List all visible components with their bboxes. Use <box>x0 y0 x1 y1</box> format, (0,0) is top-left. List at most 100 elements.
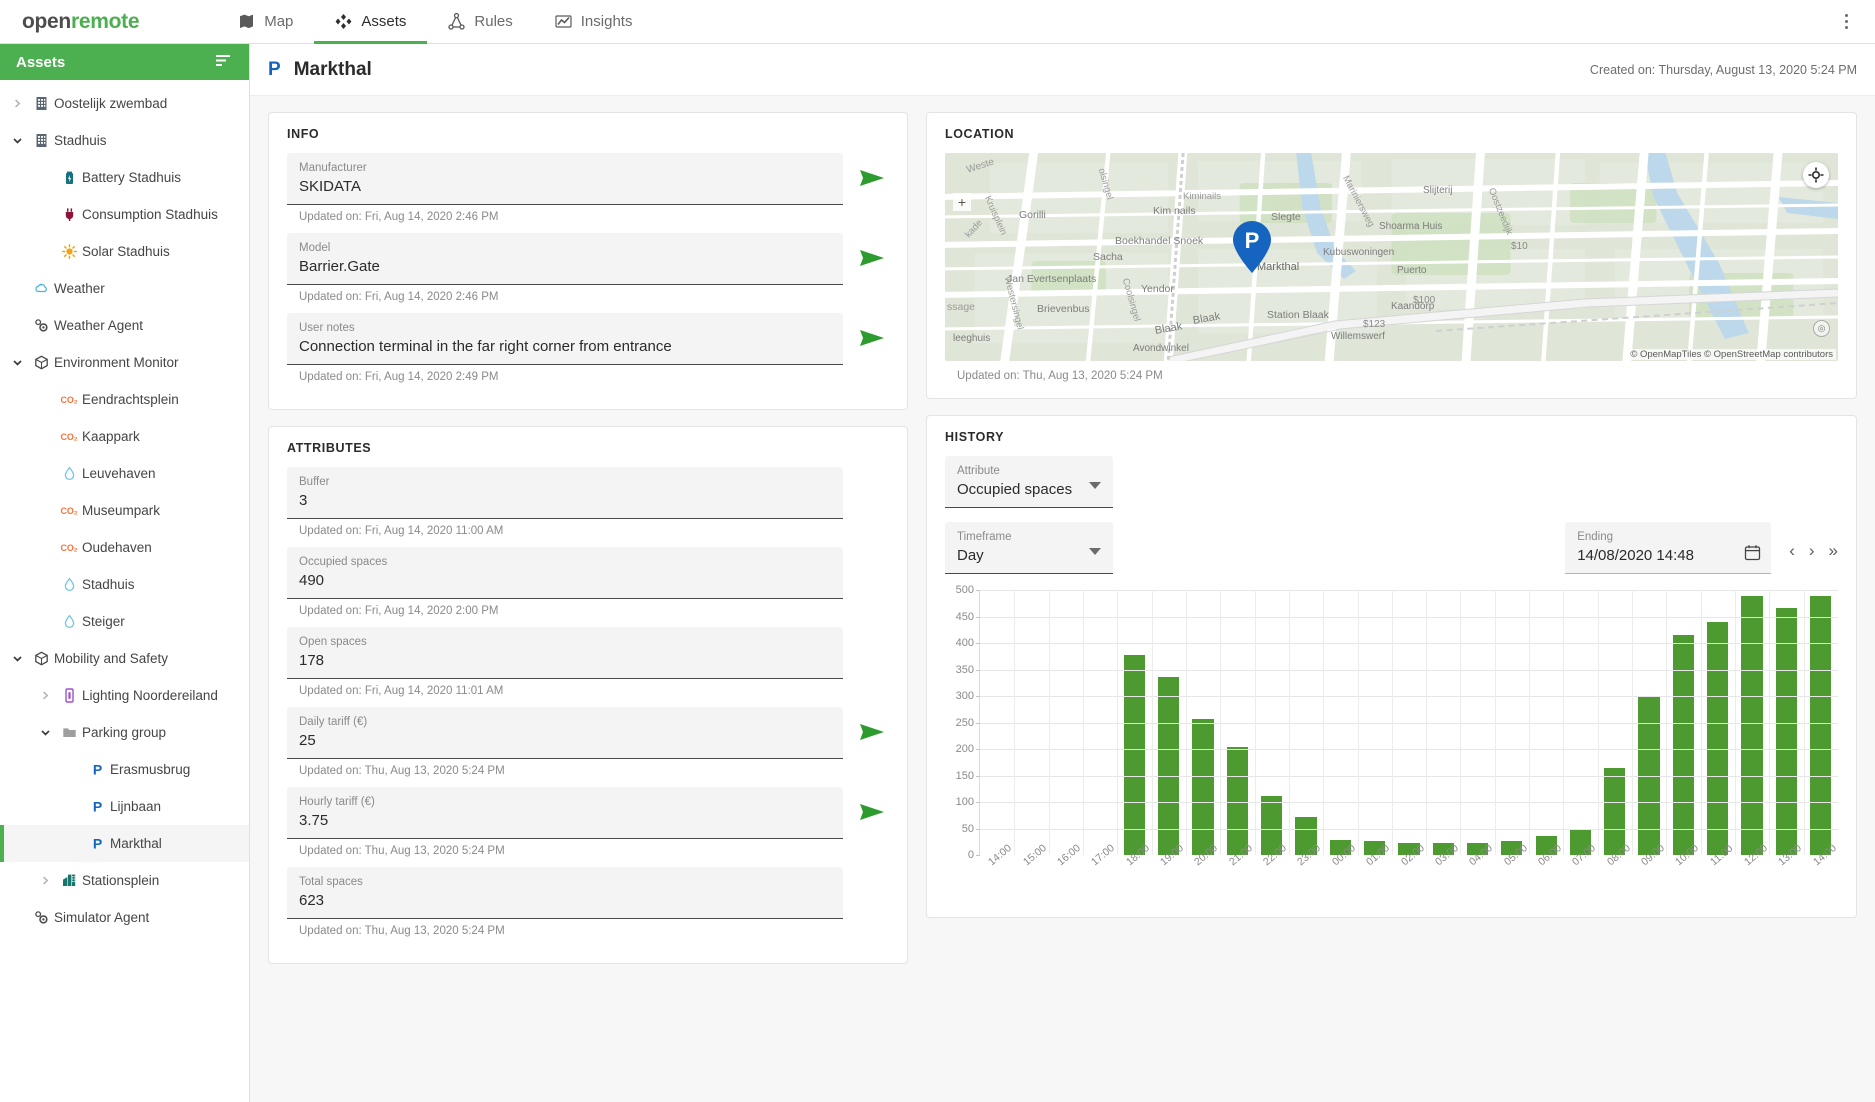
filter-sort-icon[interactable] <box>213 50 233 75</box>
sidebar-item-lighting-noordereiland[interactable]: Lighting Noordereiland <box>0 677 249 714</box>
attribute-input[interactable]: ModelBarrier.Gate <box>287 233 843 285</box>
send-value-button[interactable] <box>855 321 889 355</box>
map-label: Puerto <box>1397 265 1426 276</box>
send-value-button[interactable] <box>855 241 889 275</box>
parking-icon: P <box>268 59 281 81</box>
sidebar-item-leuvehaven[interactable]: Leuvehaven <box>0 455 249 492</box>
sidebar-item-battery-stadhuis[interactable]: Battery Stadhuis <box>0 159 249 196</box>
double-chevron-right-icon[interactable]: » <box>1829 542 1838 559</box>
sidebar-item-label: Leuvehaven <box>82 466 156 481</box>
attribute-label: Manufacturer <box>299 160 831 176</box>
attribute-input[interactable]: ManufacturerSKIDATA <box>287 153 843 205</box>
sidebar-item-weather-agent[interactable]: Weather Agent <box>0 307 249 344</box>
sidebar-item-markthal[interactable]: PMarkthal <box>0 825 249 862</box>
send-value-button[interactable] <box>855 715 889 749</box>
chevron-down-icon[interactable] <box>6 135 28 146</box>
chart-vertical-gridline <box>1701 590 1702 855</box>
plus-icon[interactable]: + <box>953 193 971 211</box>
sidebar-item-stadhuis[interactable]: Stadhuis <box>0 566 249 603</box>
chart-bar[interactable] <box>1741 596 1762 855</box>
sidebar-item-steiger[interactable]: Steiger <box>0 603 249 640</box>
page-title: P Markthal <box>268 59 372 81</box>
sidebar-item-lijnbaan[interactable]: PLijnbaan <box>0 788 249 825</box>
history-nav-arrows: ‹ › » <box>1789 542 1838 559</box>
attribute-input[interactable]: User notesConnection terminal in the far… <box>287 313 843 365</box>
nav-tab-rules[interactable]: Rules <box>427 0 533 44</box>
chart-bar[interactable] <box>1192 719 1213 855</box>
chart-bar[interactable] <box>1810 596 1831 855</box>
sidebar-item-label: Mobility and Safety <box>54 651 168 666</box>
sidebar-item-parking-group[interactable]: Parking group <box>0 714 249 751</box>
attribute-input[interactable]: Total spaces623 <box>287 867 843 919</box>
kebab-menu-icon[interactable] <box>1835 11 1857 33</box>
sidebar-item-label: Stationsplein <box>82 873 159 888</box>
nav-tab-map[interactable]: Map <box>217 0 314 44</box>
sidebar-item-erasmusbrug[interactable]: PErasmusbrug <box>0 751 249 788</box>
sidebar-item-kaappark[interactable]: CO₂Kaappark <box>0 418 249 455</box>
ending-date-input[interactable]: Ending 14/08/2020 14:48 <box>1565 522 1771 574</box>
chart-vertical-gridline <box>1460 590 1461 855</box>
sidebar-item-simulator-agent[interactable]: Simulator Agent <box>0 899 249 936</box>
chevron-down-icon[interactable] <box>6 357 28 368</box>
sidebar-item-mobility-and-safety[interactable]: Mobility and Safety <box>0 640 249 677</box>
attribute-input[interactable]: Occupied spaces490 <box>287 547 843 599</box>
sidebar-item-eendrachtsplein[interactable]: CO₂Eendrachtsplein <box>0 381 249 418</box>
sidebar-item-environment-monitor[interactable]: Environment Monitor <box>0 344 249 381</box>
sidebar-item-consumption-stadhuis[interactable]: Consumption Stadhuis <box>0 196 249 233</box>
chart-vertical-gridline <box>1426 590 1427 855</box>
attribute-select[interactable]: Attribute Occupied spaces <box>945 456 1113 508</box>
sidebar-item-stationsplein[interactable]: Stationsplein <box>0 862 249 899</box>
chevron-right-icon[interactable]: › <box>1809 542 1815 559</box>
chevron-down-icon[interactable] <box>6 653 28 664</box>
sidebar-item-label: Steiger <box>82 614 125 629</box>
chevron-down-icon[interactable] <box>1089 548 1101 555</box>
chevron-down-icon[interactable] <box>34 727 56 738</box>
chevron-right-icon[interactable] <box>6 99 28 108</box>
nav-tab-insights[interactable]: Insights <box>534 0 654 44</box>
location-map[interactable]: WesteKruispleinWestersingelkadessageGori… <box>945 153 1838 361</box>
sidebar-item-oudehaven[interactable]: CO₂Oudehaven <box>0 529 249 566</box>
chevron-down-icon[interactable] <box>1089 482 1101 489</box>
chart-bar[interactable] <box>1227 747 1248 855</box>
chart-y-tick-label: 300 <box>956 690 974 702</box>
nav-tab-assets[interactable]: Assets <box>314 0 427 44</box>
send-arrow-icon <box>859 327 885 349</box>
ending-date-value: 14/08/2020 14:48 <box>1577 545 1759 567</box>
map-label: Willemswerf <box>1331 331 1385 342</box>
chart-y-tick-label: 500 <box>956 584 974 596</box>
chart-vertical-gridline <box>1632 590 1633 855</box>
sidebar-item-weather[interactable]: Weather <box>0 270 249 307</box>
sidebar-item-solar-stadhuis[interactable]: Solar Stadhuis <box>0 233 249 270</box>
app-logo[interactable]: openremote <box>22 10 139 34</box>
sidebar-item-museumpark[interactable]: CO₂Museumpark <box>0 492 249 529</box>
sidebar-item-stadhuis[interactable]: Stadhuis <box>0 122 249 159</box>
attribute-input[interactable]: Open spaces178 <box>287 627 843 679</box>
sidebar-item-oostelijk-zwembad[interactable]: Oostelijk zwembad <box>0 85 249 122</box>
chevron-right-icon[interactable] <box>34 691 56 700</box>
crosshair-icon[interactable] <box>1803 162 1829 188</box>
send-value-button[interactable] <box>855 795 889 829</box>
chart-vertical-gridline <box>1255 590 1256 855</box>
compass-icon[interactable]: ◎ <box>1813 320 1830 337</box>
attribute-main: User notesConnection terminal in the far… <box>287 313 843 393</box>
info-card-title: INFO <box>287 127 889 141</box>
chart-bar[interactable] <box>1707 622 1728 855</box>
map-icon <box>238 13 255 30</box>
attribute-input[interactable]: Daily tariff (€)25 <box>287 707 843 759</box>
chart-bar[interactable] <box>1124 655 1145 855</box>
map-label: Avondwinkel <box>1133 343 1189 354</box>
timeframe-select[interactable]: Timeframe Day <box>945 522 1113 574</box>
location-card-title: LOCATION <box>945 127 1838 141</box>
parking-marker-icon[interactable]: P <box>1231 219 1273 275</box>
chart-bar[interactable] <box>1673 635 1694 855</box>
attribute-input[interactable]: Hourly tariff (€)3.75 <box>287 787 843 839</box>
chevron-left-icon[interactable]: ‹ <box>1789 542 1795 559</box>
chart-bar[interactable] <box>1776 608 1797 855</box>
attribute-main: ModelBarrier.GateUpdated on: Fri, Aug 14… <box>287 233 843 313</box>
send-value-button[interactable] <box>855 161 889 195</box>
chart-bar[interactable] <box>1604 768 1625 855</box>
calendar-icon[interactable] <box>1744 544 1761 566</box>
page-title-text: Markthal <box>294 59 372 81</box>
chevron-right-icon[interactable] <box>34 876 56 885</box>
attribute-input[interactable]: Buffer3 <box>287 467 843 519</box>
